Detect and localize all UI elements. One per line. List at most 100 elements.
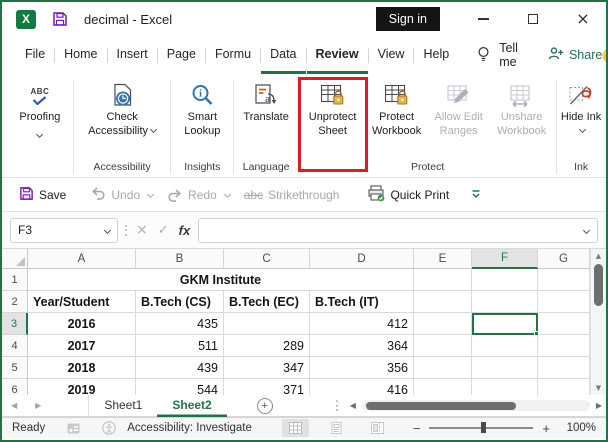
cell-E1[interactable]: [414, 269, 472, 291]
column-header-B[interactable]: B: [136, 249, 224, 269]
row-header-3[interactable]: 3: [2, 313, 28, 335]
cell-A3[interactable]: 2016: [28, 313, 136, 335]
cell-D4[interactable]: 364: [310, 335, 414, 357]
column-header-D[interactable]: D: [310, 249, 414, 269]
sign-in-button[interactable]: Sign in: [375, 7, 440, 31]
accessibility-checker-icon[interactable]: [102, 421, 117, 435]
tab-file[interactable]: File: [16, 36, 54, 74]
unprotect-sheet-button[interactable]: Unprotect Sheet: [297, 77, 368, 172]
scroll-down-icon[interactable]: ▼: [596, 384, 601, 392]
page-layout-view-button[interactable]: [323, 419, 350, 437]
cell-D2[interactable]: B.Tech (IT): [310, 291, 414, 313]
name-box[interactable]: F3: [10, 217, 118, 243]
tab-insert[interactable]: Insert: [108, 36, 157, 74]
zoom-level[interactable]: 100%: [560, 422, 596, 434]
cell-B6[interactable]: 544: [136, 379, 224, 395]
cell-E4[interactable]: [414, 335, 472, 357]
cell-G1[interactable]: [538, 269, 590, 291]
cell-G4[interactable]: [538, 335, 590, 357]
horizontal-scrollbar-thumb[interactable]: [365, 401, 516, 410]
cell-C6[interactable]: 371: [224, 379, 310, 395]
zoom-slider-thumb[interactable]: [481, 422, 487, 434]
cell-E3[interactable]: [414, 313, 472, 335]
sheet-tab-sheet2[interactable]: Sheet2: [157, 395, 226, 417]
insert-function-button[interactable]: fx: [179, 223, 191, 238]
column-header-F[interactable]: F: [472, 249, 538, 269]
cell-G2[interactable]: [538, 291, 590, 313]
new-sheet-button[interactable]: +: [256, 397, 273, 414]
tab-data[interactable]: Data: [261, 36, 305, 74]
scroll-right-icon[interactable]: ▶: [596, 401, 602, 410]
scroll-up-icon[interactable]: ▲: [596, 252, 601, 260]
page-break-preview-button[interactable]: [364, 419, 391, 437]
column-header-C[interactable]: C: [224, 249, 310, 269]
cell-C4[interactable]: 289: [224, 335, 310, 357]
tab-review[interactable]: Review: [307, 36, 368, 74]
row-header-6[interactable]: 6: [2, 379, 28, 395]
hide-ink-button[interactable]: Hide Ink: [559, 77, 603, 156]
qat-customize-button[interactable]: [464, 190, 488, 199]
zoom-in-button[interactable]: +: [542, 421, 550, 436]
row-header-2[interactable]: 2: [2, 291, 28, 313]
cell-A5[interactable]: 2018: [28, 357, 136, 379]
cell-E2[interactable]: [414, 291, 472, 313]
macro-recording-icon[interactable]: [67, 423, 80, 434]
tab-help[interactable]: Help: [414, 36, 458, 74]
translate-button[interactable]: a Translate: [236, 77, 296, 156]
cell-A6[interactable]: 2019: [28, 379, 136, 395]
tell-me[interactable]: Tell me: [476, 41, 518, 69]
proofing-button[interactable]: ABC Proofing: [9, 77, 71, 156]
zoom-out-button[interactable]: −: [413, 421, 421, 436]
smart-lookup-button[interactable]: i Smart Lookup: [173, 77, 231, 156]
cell-B2[interactable]: B.Tech (CS): [136, 291, 224, 313]
cell-A2[interactable]: Year/Student: [28, 291, 136, 313]
fill-handle[interactable]: [534, 331, 539, 336]
cell-C3[interactable]: [224, 313, 310, 335]
protect-workbook-button[interactable]: Protect Workbook: [365, 77, 429, 156]
tab-formu[interactable]: Formu: [206, 36, 260, 74]
cell-F3[interactable]: [472, 313, 539, 336]
cell-F6[interactable]: [472, 379, 538, 395]
cell-F2[interactable]: [472, 291, 538, 313]
vertical-scrollbar-thumb[interactable]: [594, 264, 603, 306]
sheet-nav-right-icon[interactable]: ▶: [26, 401, 50, 410]
accessibility-status[interactable]: Accessibility: Investigate: [127, 422, 252, 434]
cell-D5[interactable]: 356: [310, 357, 414, 379]
column-header-G[interactable]: G: [538, 249, 590, 269]
tab-home[interactable]: Home: [55, 36, 106, 74]
column-header-E[interactable]: E: [414, 249, 472, 269]
tab-view[interactable]: View: [369, 36, 414, 74]
cell-E6[interactable]: [414, 379, 472, 395]
check-accessibility-button[interactable]: Check Accessibility: [76, 77, 169, 156]
qat-save-button[interactable]: Save: [12, 186, 73, 204]
horizontal-scrollbar-track[interactable]: [361, 400, 590, 411]
row-header-1[interactable]: 1: [2, 269, 28, 291]
cell-B5[interactable]: 439: [136, 357, 224, 379]
row-header-5[interactable]: 5: [2, 357, 28, 379]
normal-view-button[interactable]: [281, 419, 309, 437]
select-all-button[interactable]: [2, 249, 28, 269]
scroll-left-icon[interactable]: ◀: [350, 401, 356, 410]
cell-D3[interactable]: 412: [310, 313, 414, 335]
formula-input[interactable]: [198, 217, 598, 243]
column-header-A[interactable]: A: [28, 249, 136, 269]
feedback-smiley-icon[interactable]: [602, 47, 606, 64]
horizontal-scrollbar[interactable]: ◀ ▶: [335, 400, 606, 411]
cell-C5[interactable]: 347: [224, 357, 310, 379]
close-button[interactable]: ×: [576, 11, 590, 27]
sheet-tab-sheet1[interactable]: Sheet1: [89, 395, 157, 417]
cell-A1[interactable]: GKM Institute: [28, 269, 414, 291]
cell-C2[interactable]: B.Tech (EC): [224, 291, 310, 313]
cell-D6[interactable]: 416: [310, 379, 414, 395]
cell-A4[interactable]: 2017: [28, 335, 136, 357]
cell-F5[interactable]: [472, 357, 538, 379]
minimize-button[interactable]: [476, 12, 490, 26]
cell-F4[interactable]: [472, 335, 538, 357]
cell-E5[interactable]: [414, 357, 472, 379]
expand-formula-bar-icon[interactable]: [582, 226, 591, 234]
save-icon[interactable]: [52, 11, 68, 27]
cell-G3[interactable]: [538, 313, 590, 335]
cell-B3[interactable]: 435: [136, 313, 224, 335]
qat-quick-print-button[interactable]: Quick Print: [360, 184, 456, 205]
sheet-nav-left-icon[interactable]: ◀: [2, 401, 26, 410]
